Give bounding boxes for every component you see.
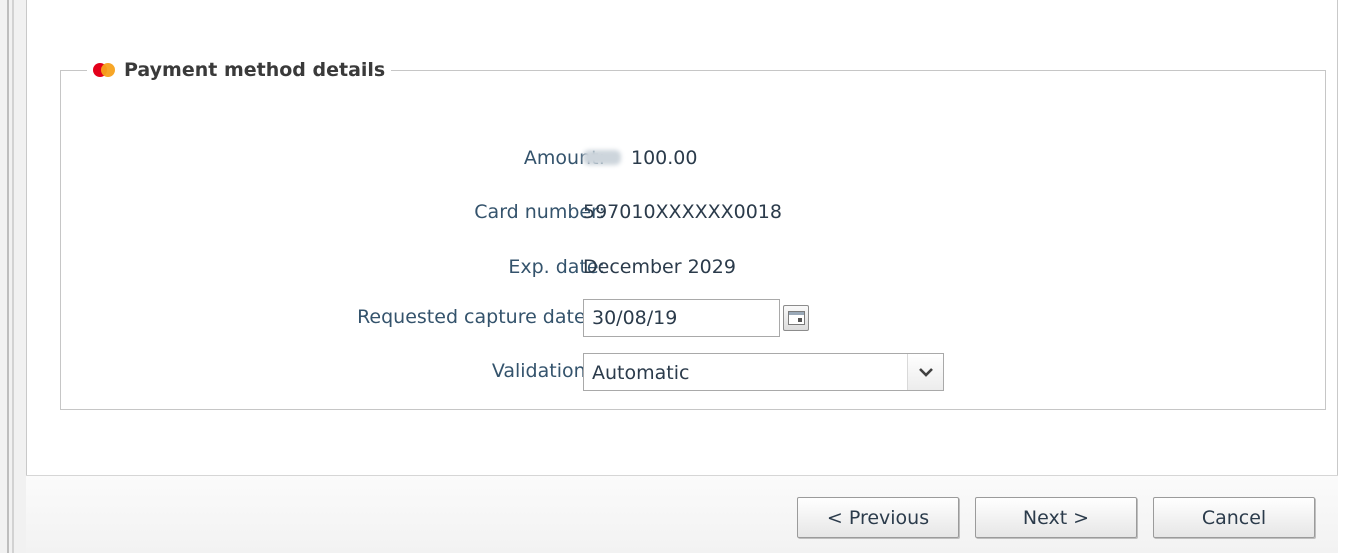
- previous-button[interactable]: < Previous: [797, 497, 959, 538]
- redacted-currency: [583, 150, 621, 165]
- fieldset-legend: Payment method details: [87, 56, 391, 84]
- amount-value: 100.00: [631, 147, 698, 169]
- legend-text: Payment method details: [124, 59, 386, 81]
- validation-row: Validation*: Automatic: [61, 351, 1327, 391]
- validation-selected-value: Automatic: [592, 362, 690, 384]
- rail-line: [7, 0, 9, 553]
- amount-value-wrap: 100.00: [583, 138, 697, 178]
- validation-select[interactable]: Automatic: [583, 353, 944, 391]
- exp-date-row: Exp. date: December 2029: [61, 247, 1327, 287]
- chevron-down-icon[interactable]: [907, 354, 943, 390]
- capture-date-row: Requested capture date*:: [61, 297, 1327, 337]
- calendar-sheet: [788, 311, 805, 325]
- cancel-button[interactable]: Cancel: [1153, 497, 1315, 538]
- payment-method-fieldset: Payment method details Amount: 100.00 Ca…: [60, 56, 1326, 410]
- next-button[interactable]: Next >: [975, 497, 1137, 538]
- capture-date-label-wrap: Requested capture date*:: [357, 297, 605, 337]
- right-rail: [1338, 0, 1355, 553]
- amount-row: Amount: 100.00: [61, 138, 1327, 178]
- calendar-icon[interactable]: [783, 305, 809, 331]
- capture-date-label: Requested capture date: [357, 306, 586, 328]
- wizard-footer: [26, 476, 1338, 553]
- validation-label: Validation: [491, 360, 586, 382]
- mastercard-orange-circle: [101, 63, 115, 77]
- left-rail: [0, 0, 26, 553]
- card-number-row: Card number: 597010XXXXXX0018: [61, 192, 1327, 232]
- rail-line: [12, 0, 14, 553]
- card-number-value: 597010XXXXXX0018: [583, 201, 782, 223]
- main-panel: Payment method details Amount: 100.00 Ca…: [26, 0, 1338, 553]
- mastercard-icon: [93, 63, 115, 77]
- exp-date-value: December 2029: [583, 256, 736, 278]
- capture-date-input[interactable]: [583, 299, 780, 337]
